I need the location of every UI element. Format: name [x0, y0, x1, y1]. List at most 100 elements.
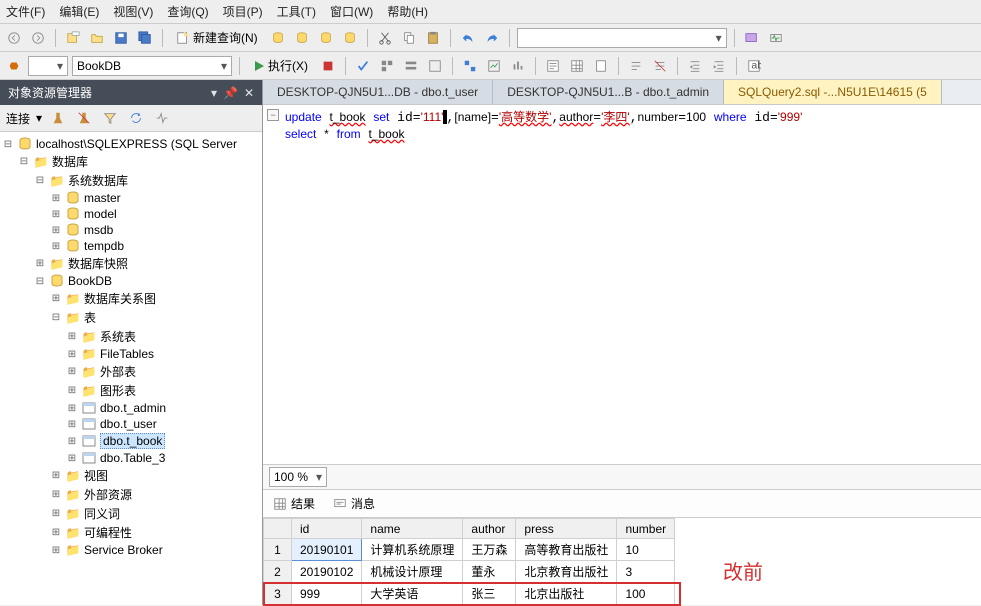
tree-views[interactable]: ⊞📁视图	[0, 466, 262, 485]
tab-t-admin[interactable]: DESKTOP-QJN5U1...B - dbo.t_admin	[493, 80, 724, 104]
table-row[interactable]: 1 20190101 计算机系统原理 王万森 高等教育出版社 10	[264, 539, 675, 561]
outline-collapse-icon[interactable]: −	[267, 109, 279, 121]
pin-icon[interactable]: 📌	[223, 86, 238, 100]
col-number[interactable]: number	[617, 519, 675, 539]
save-all-button[interactable]	[135, 28, 155, 48]
tree-tempdb[interactable]: ⊞tempdb	[0, 238, 262, 254]
tree-programmability[interactable]: ⊞📁可编程性	[0, 523, 262, 542]
tree-sysdb[interactable]: ⊟📁系统数据库	[0, 171, 262, 190]
tab-results[interactable]: 结果	[269, 493, 319, 514]
live-stats-button[interactable]	[484, 56, 504, 76]
outdent-button[interactable]	[709, 56, 729, 76]
menu-edit[interactable]: 编辑(E)	[59, 3, 99, 20]
connect-icon[interactable]	[48, 108, 68, 128]
intellisense-button[interactable]	[425, 56, 445, 76]
sql-editor[interactable]: −update t_book set id='111'|,[name]='高等数…	[263, 105, 981, 464]
table-row[interactable]: 2 20190102 机械设计原理 董永 北京教育出版社 3	[264, 561, 675, 583]
tree-table3[interactable]: ⊞dbo.Table_3	[0, 450, 262, 466]
col-press[interactable]: press	[516, 519, 617, 539]
tree-databases[interactable]: ⊟📁数据库	[0, 152, 262, 171]
filter-icon[interactable]	[100, 108, 120, 128]
forward-button[interactable]	[28, 28, 48, 48]
tree-exttables[interactable]: ⊞📁外部表	[0, 362, 262, 381]
results-file-button[interactable]	[591, 56, 611, 76]
tree-service-broker[interactable]: ⊞📁Service Broker	[0, 542, 262, 558]
client-stats-button[interactable]	[508, 56, 528, 76]
redo-button[interactable]	[482, 28, 502, 48]
results-grid-button[interactable]	[567, 56, 587, 76]
connect-label[interactable]: 连接	[6, 110, 30, 127]
query-options-button[interactable]	[401, 56, 421, 76]
specify-values-button[interactable]: ab	[744, 56, 764, 76]
copy-button[interactable]	[399, 28, 419, 48]
use-db-icon[interactable]	[4, 56, 24, 76]
stop-button[interactable]	[318, 56, 338, 76]
tree-master[interactable]: ⊞master	[0, 190, 262, 206]
results-text-button[interactable]	[543, 56, 563, 76]
table-row[interactable]: 3 999 大学英语 张三 北京出版社 100	[264, 583, 675, 605]
col-author[interactable]: author	[463, 519, 516, 539]
tree-db-diagram[interactable]: ⊞📁数据库关系图	[0, 289, 262, 308]
tree-snapshot[interactable]: ⊞📁数据库快照	[0, 254, 262, 273]
db-engine-query-icon[interactable]	[268, 28, 288, 48]
tree-model[interactable]: ⊞model	[0, 206, 262, 222]
tree-systables[interactable]: ⊞📁系统表	[0, 327, 262, 346]
tree-t-admin[interactable]: ⊞dbo.t_admin	[0, 400, 262, 416]
close-panel-icon[interactable]: ✕	[244, 86, 254, 100]
toolbar-use-db-combo[interactable]	[28, 56, 68, 76]
tab-t-user[interactable]: DESKTOP-QJN5U1...DB - dbo.t_user	[263, 80, 493, 104]
comment-button[interactable]	[626, 56, 646, 76]
menu-query[interactable]: 查询(Q)	[167, 3, 208, 20]
tree-graphtables[interactable]: ⊞📁图形表	[0, 381, 262, 400]
menu-view[interactable]: 视图(V)	[113, 3, 153, 20]
parse-button[interactable]	[353, 56, 373, 76]
results-grid[interactable]: id name author press number 1 20190101 计…	[263, 518, 675, 605]
tree-t-book[interactable]: ⊞dbo.t_book	[0, 432, 262, 450]
object-explorer-title-bar: 对象资源管理器 ▾ 📌 ✕	[0, 80, 262, 105]
new-query-button[interactable]: 新建查询(N)	[170, 27, 264, 48]
zoom-combo[interactable]: 100 %	[269, 467, 327, 487]
tree-filetables[interactable]: ⊞📁FileTables	[0, 346, 262, 362]
tree-msdb[interactable]: ⊞msdb	[0, 222, 262, 238]
actual-plan-button[interactable]	[460, 56, 480, 76]
tab-messages[interactable]: 消息	[329, 493, 379, 514]
menu-tools[interactable]: 工具(T)	[277, 3, 316, 20]
tree-tables[interactable]: ⊟📁表	[0, 308, 262, 327]
menu-project[interactable]: 项目(P)	[223, 3, 263, 20]
disconnect-icon[interactable]	[74, 108, 94, 128]
find-button[interactable]	[742, 28, 762, 48]
tree-bookdb[interactable]: ⊟BookDB	[0, 273, 262, 289]
database-selector[interactable]: BookDB	[72, 56, 232, 76]
toolbar-combo-solution[interactable]	[517, 28, 727, 48]
open-file-button[interactable]	[87, 28, 107, 48]
estimated-plan-button[interactable]	[377, 56, 397, 76]
object-explorer-panel: 对象资源管理器 ▾ 📌 ✕ 连接 ▾ ⊟localhost\SQLEXPRESS …	[0, 80, 263, 605]
object-explorer-tree[interactable]: ⊟localhost\SQLEXPRESS (SQL Server ⊟📁数据库 …	[0, 132, 262, 605]
tree-t-user[interactable]: ⊞dbo.t_user	[0, 416, 262, 432]
uncomment-button[interactable]	[650, 56, 670, 76]
new-project-button[interactable]	[63, 28, 83, 48]
menu-window[interactable]: 窗口(W)	[330, 3, 373, 20]
menu-help[interactable]: 帮助(H)	[387, 3, 428, 20]
tab-sqlquery2[interactable]: SQLQuery2.sql -...N5U1E\14615 (5	[724, 80, 942, 104]
col-id[interactable]: id	[292, 519, 362, 539]
db-icon-3[interactable]	[316, 28, 336, 48]
cut-button[interactable]	[375, 28, 395, 48]
db-icon-2[interactable]	[292, 28, 312, 48]
undo-button[interactable]	[458, 28, 478, 48]
save-button[interactable]	[111, 28, 131, 48]
activity-monitor-icon[interactable]	[766, 28, 786, 48]
indent-button[interactable]	[685, 56, 705, 76]
stop-refresh-icon[interactable]	[152, 108, 172, 128]
db-icon-4[interactable]	[340, 28, 360, 48]
back-button[interactable]	[4, 28, 24, 48]
paste-button[interactable]	[423, 28, 443, 48]
tree-server[interactable]: ⊟localhost\SQLEXPRESS (SQL Server	[0, 136, 262, 152]
refresh-icon[interactable]	[126, 108, 146, 128]
dropdown-icon[interactable]: ▾	[211, 86, 217, 100]
execute-button[interactable]: 执行(X)	[247, 55, 314, 76]
tree-external-resources[interactable]: ⊞📁外部资源	[0, 485, 262, 504]
tree-synonyms[interactable]: ⊞📁同义词	[0, 504, 262, 523]
col-name[interactable]: name	[362, 519, 463, 539]
menu-file[interactable]: 文件(F)	[6, 3, 45, 20]
